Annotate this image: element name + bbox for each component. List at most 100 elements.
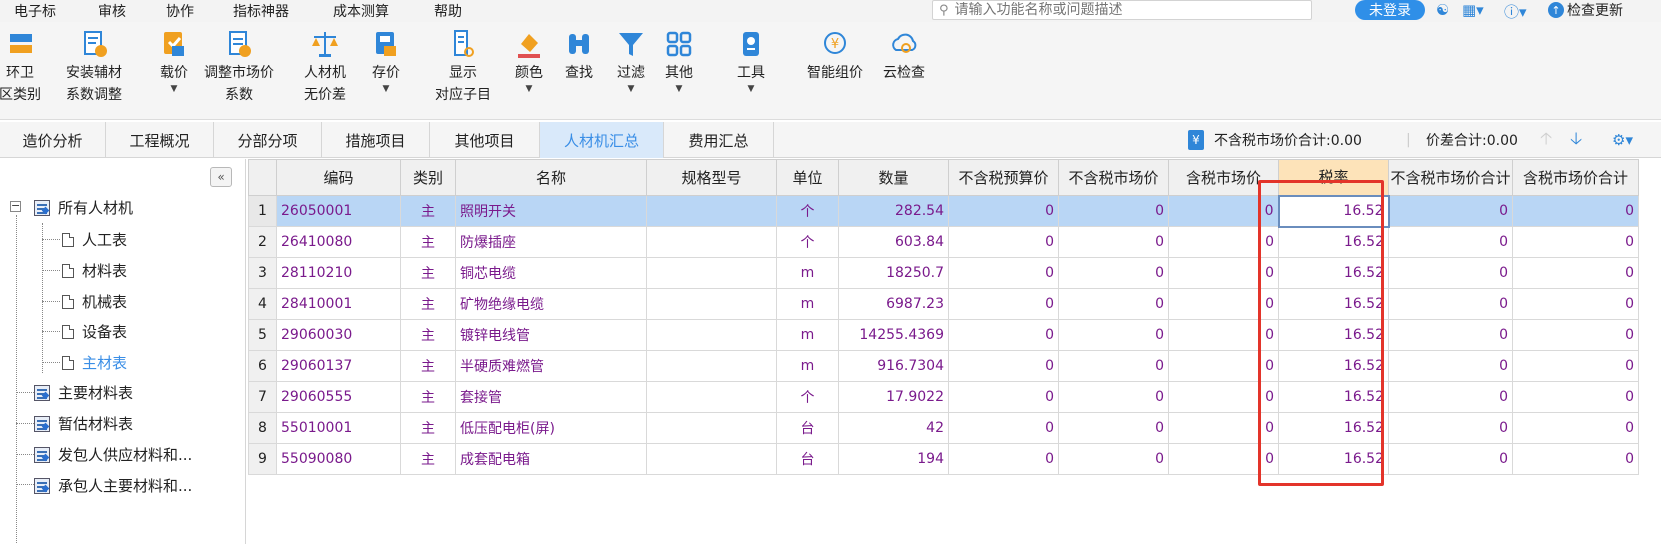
tax-market-total-cell[interactable]: 0 [1512, 443, 1639, 475]
tax-rate-cell[interactable]: 16.52 [1278, 288, 1389, 320]
tab-cost-analysis[interactable]: 造价分析 [0, 122, 106, 158]
market-price-cell[interactable]: 0 [1058, 226, 1169, 258]
move-down-icon[interactable]: 🡣 [1570, 122, 1582, 158]
spec-cell[interactable] [646, 257, 777, 289]
tax-market-total-cell[interactable]: 0 [1512, 257, 1639, 289]
budget-price-cell[interactable]: 0 [948, 319, 1059, 351]
tax-rate-cell[interactable]: 16.52 [1278, 443, 1389, 475]
tax-market-price-cell[interactable]: 0 [1168, 288, 1279, 320]
tree-node-main-material[interactable]: 主材表 [62, 352, 127, 373]
collapse-panel-button[interactable]: « [210, 167, 232, 187]
column-header[interactable]: 含税市场价 [1168, 159, 1279, 196]
column-header[interactable]: 规格型号 [646, 159, 777, 196]
search-input[interactable] [954, 2, 1295, 18]
type-cell[interactable]: 主 [400, 443, 456, 475]
name-cell[interactable]: 套接管 [455, 381, 647, 413]
tax-market-price-cell[interactable]: 0 [1168, 257, 1279, 289]
budget-price-cell[interactable]: 0 [948, 226, 1059, 258]
code-cell[interactable]: 29060137 [276, 350, 401, 382]
market-price-cell[interactable]: 0 [1058, 443, 1169, 475]
market-total-cell[interactable]: 0 [1388, 381, 1513, 413]
quantity-cell[interactable]: 18250.7 [838, 257, 949, 289]
menu-item-review[interactable]: 审核 [98, 1, 126, 21]
tax-market-price-cell[interactable]: 0 [1168, 443, 1279, 475]
spec-cell[interactable] [646, 319, 777, 351]
column-header[interactable]: 类别 [400, 159, 456, 196]
unit-cell[interactable]: 台 [776, 443, 839, 475]
tax-market-total-cell[interactable]: 0 [1512, 381, 1639, 413]
budget-price-cell[interactable]: 0 [948, 195, 1059, 227]
table-row[interactable]: 5 29060030 主镀锌电线管 m 14255.4369 0 0 0 16.52 0 0 [248, 319, 1639, 351]
tax-rate-cell[interactable]: 16.52 [1278, 319, 1389, 351]
table-row[interactable]: 8 55010001 主低压配电柜(屏) 台 42 0 0 0 16.52 0 0 [248, 412, 1639, 444]
code-cell[interactable]: 29060555 [276, 381, 401, 413]
headset-icon[interactable]: ☯ [1436, 1, 1449, 19]
unit-cell[interactable]: 台 [776, 412, 839, 444]
search-box[interactable]: ⚲ [932, 0, 1312, 20]
budget-price-cell[interactable]: 0 [948, 443, 1059, 475]
spec-cell[interactable] [646, 288, 777, 320]
market-price-cell[interactable]: 0 [1058, 381, 1169, 413]
tree-node-provisional-materials[interactable]: 暂估材料表 [34, 413, 133, 434]
quantity-cell[interactable]: 282.54 [838, 195, 949, 227]
code-cell[interactable]: 26050001 [276, 195, 401, 227]
tax-market-price-cell[interactable]: 0 [1168, 319, 1279, 351]
tax-market-total-cell[interactable]: 0 [1512, 412, 1639, 444]
budget-price-cell[interactable]: 0 [948, 412, 1059, 444]
quantity-cell[interactable]: 916.7304 [838, 350, 949, 382]
name-cell[interactable]: 防爆插座 [455, 226, 647, 258]
market-price-cell[interactable]: 0 [1058, 195, 1169, 227]
row-number-cell[interactable]: 1 [248, 195, 277, 227]
row-number-cell[interactable]: 9 [248, 443, 277, 475]
market-total-cell[interactable]: 0 [1388, 350, 1513, 382]
tab-fee-summary[interactable]: 费用汇总 [664, 122, 774, 158]
name-cell[interactable]: 矿物绝缘电缆 [455, 288, 647, 320]
spec-cell[interactable] [646, 195, 777, 227]
type-cell[interactable]: 主 [400, 350, 456, 382]
tree-node-material[interactable]: 材料表 [62, 260, 127, 281]
check-update-button[interactable]: ↑ 检查更新 [1548, 0, 1623, 20]
quantity-cell[interactable]: 14255.4369 [838, 319, 949, 351]
unit-cell[interactable]: 个 [776, 226, 839, 258]
name-cell[interactable]: 成套配电箱 [455, 443, 647, 475]
budget-price-cell[interactable]: 0 [948, 350, 1059, 382]
column-header[interactable]: 编码 [276, 159, 401, 196]
unit-cell[interactable]: m [776, 288, 839, 320]
quantity-cell[interactable]: 17.9022 [838, 381, 949, 413]
unit-cell[interactable]: 个 [776, 195, 839, 227]
name-cell[interactable]: 铜芯电缆 [455, 257, 647, 289]
tab-labor-material-summary[interactable]: 人材机汇总 [540, 122, 664, 158]
show-subitem-button[interactable]: 显示 对应子目 [428, 28, 498, 106]
filter-button[interactable]: 过滤 ▼ [608, 28, 654, 94]
code-cell[interactable]: 28110210 [276, 257, 401, 289]
info-icon[interactable]: ⓘ▾ [1504, 1, 1527, 22]
tax-market-price-cell[interactable]: 0 [1168, 381, 1279, 413]
market-total-cell[interactable]: 0 [1388, 319, 1513, 351]
menu-item-cost-estimate[interactable]: 成本测算 [333, 1, 389, 21]
name-cell[interactable]: 低压配电柜(屏) [455, 412, 647, 444]
market-total-cell[interactable]: 0 [1388, 257, 1513, 289]
name-cell[interactable]: 照明开关 [455, 195, 647, 227]
move-up-icon[interactable]: 🡡 [1540, 122, 1552, 158]
tax-market-total-cell[interactable]: 0 [1512, 288, 1639, 320]
column-header[interactable]: 名称 [455, 159, 647, 196]
tree-node-machinery[interactable]: 机械表 [62, 291, 127, 312]
code-cell[interactable]: 29060030 [276, 319, 401, 351]
login-button[interactable]: 未登录 [1355, 0, 1425, 20]
tree-node-employer-supplied[interactable]: 发包人供应材料和... [34, 444, 192, 465]
table-row[interactable]: 7 29060555 主套接管个 17.9022 0 0 0 16.52 0 0 [248, 381, 1639, 413]
menu-item-e-bid[interactable]: 电子标 [14, 1, 56, 21]
market-price-cell[interactable]: 0 [1058, 412, 1169, 444]
code-cell[interactable]: 28410001 [276, 288, 401, 320]
cloud-check-button[interactable]: 云检查 [876, 28, 932, 84]
code-cell[interactable]: 55010001 [276, 412, 401, 444]
market-total-cell[interactable]: 0 [1388, 412, 1513, 444]
tree-node-all[interactable]: 所有人材机 [34, 197, 133, 218]
name-cell[interactable]: 半硬质难燃管 [455, 350, 647, 382]
name-cell[interactable]: 镀锌电线管 [455, 319, 647, 351]
quantity-cell[interactable]: 6987.23 [838, 288, 949, 320]
column-header[interactable]: 数量 [838, 159, 949, 196]
unit-cell[interactable]: m [776, 257, 839, 289]
budget-price-cell[interactable]: 0 [948, 288, 1059, 320]
table-row[interactable]: 2 26410080 主防爆插座个 603.84 0 0 0 16.52 0 0 [248, 226, 1639, 258]
